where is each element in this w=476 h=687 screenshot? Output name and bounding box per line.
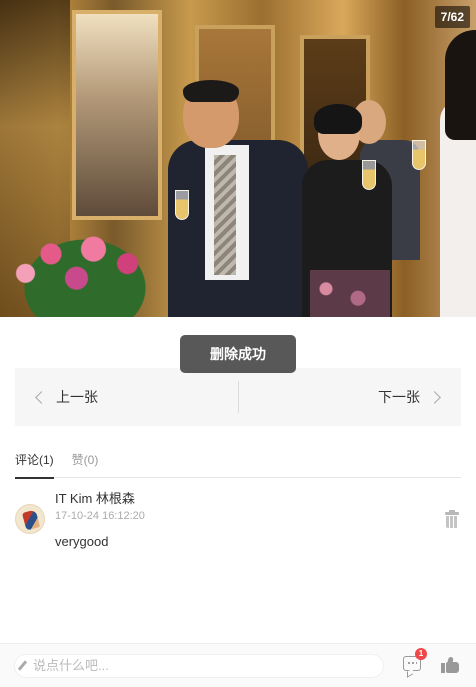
prev-photo-label: 上一张: [56, 389, 98, 405]
comment-like-tabs: 评论(1) 赞(0): [15, 448, 461, 479]
bottom-action-bar: 说点什么吧... 1: [0, 643, 476, 687]
photo-wine-glass: [362, 160, 376, 190]
photo-viewer[interactable]: 7/62: [0, 0, 476, 317]
trash-icon[interactable]: [445, 510, 459, 528]
chevron-left-icon: [35, 390, 48, 404]
trash-lid: [445, 510, 459, 515]
prev-photo-button[interactable]: 上一张: [15, 368, 238, 426]
photo-wine-glass: [175, 190, 189, 220]
photo-person-skirt: [310, 270, 390, 317]
photo-person-hair: [183, 80, 239, 102]
thumbs-up-icon[interactable]: [441, 656, 459, 673]
comment-count-badge: 1: [415, 648, 427, 660]
trash-can: [446, 516, 458, 528]
photo-flowers: [0, 220, 170, 317]
photo-person-tie: [214, 155, 236, 275]
comment-input-placeholder: 说点什么吧...: [33, 658, 109, 673]
comment-dots: [407, 662, 417, 664]
thumbs-up-cuff: [441, 663, 445, 673]
avatar[interactable]: [15, 504, 45, 534]
photo-person-hair: [445, 30, 476, 140]
success-toast: 删除成功: [180, 335, 296, 373]
list-item: IT Kim 林根森 17-10-24 16:12:20 verygood: [15, 488, 461, 558]
tab-comments[interactable]: 评论(1): [15, 448, 54, 479]
photo-counter: 7/62: [434, 6, 470, 28]
next-photo-label: 下一张: [378, 389, 420, 405]
photo-window: [72, 10, 162, 220]
pencil-icon: [17, 660, 28, 671]
comment-time: 17-10-24 16:12:20: [55, 510, 145, 522]
tab-likes[interactable]: 赞(0): [72, 448, 99, 478]
photo-person-hair: [314, 104, 362, 134]
comment-author[interactable]: IT Kim 林根森: [55, 488, 135, 507]
photo-pager: 上一张 下一张: [15, 368, 461, 426]
chevron-right-icon: [428, 390, 441, 404]
avatar-figure: [21, 509, 41, 531]
comment-input[interactable]: 说点什么吧...: [14, 654, 384, 678]
photo-wine-glass: [412, 140, 426, 170]
comment-text: verygood: [55, 534, 109, 549]
next-photo-button[interactable]: 下一张: [239, 368, 462, 426]
